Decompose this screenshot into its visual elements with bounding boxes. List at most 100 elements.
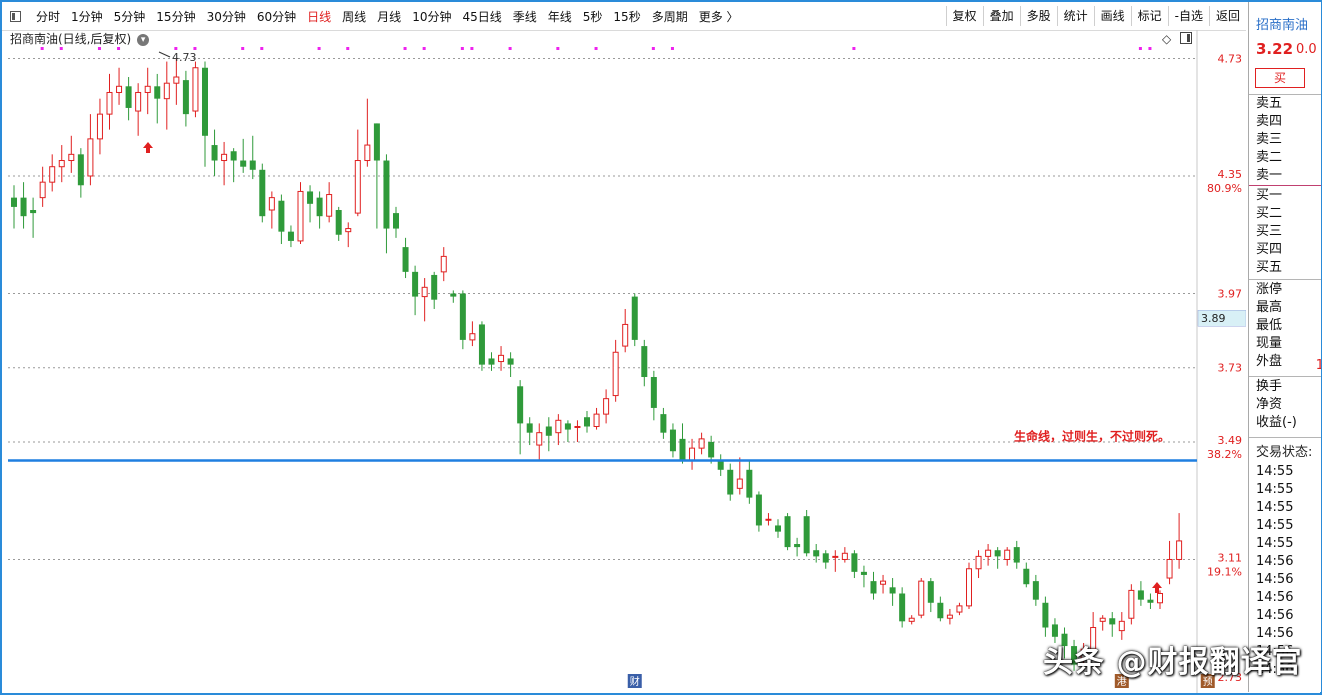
candle-body-down[interactable] [526, 423, 533, 433]
candle-body-down[interactable] [755, 494, 762, 526]
candle-body-down[interactable] [211, 145, 218, 161]
candle-body-down[interactable] [708, 441, 715, 458]
candle-body-up[interactable] [106, 91, 113, 115]
candle-body-up[interactable] [221, 153, 228, 162]
candle-body-down[interactable] [775, 525, 781, 532]
period-tab[interactable]: 30分钟 [207, 8, 246, 25]
candle-body-up[interactable] [832, 555, 839, 558]
candle-body-down[interactable] [937, 602, 944, 619]
candle-body-up[interactable] [1157, 592, 1163, 604]
candle-body-down[interactable] [431, 274, 438, 300]
candle-body-down[interactable] [316, 197, 323, 217]
candle-body-up[interactable] [1166, 558, 1173, 579]
period-tab[interactable]: 日线 [307, 8, 331, 25]
candle-body-down[interactable] [717, 460, 724, 470]
candle-body-up[interactable] [956, 605, 963, 613]
candle-body-down[interactable] [584, 417, 590, 427]
candle-body-up[interactable] [440, 255, 447, 273]
candle-body-up[interactable] [96, 113, 103, 140]
candle-body-down[interactable] [803, 516, 810, 554]
candle-body-down[interactable] [727, 469, 734, 495]
candle-body-down[interactable] [402, 247, 409, 272]
candle-body-down[interactable] [889, 587, 896, 594]
candle-body-down[interactable] [784, 516, 791, 548]
candle-body-down[interactable] [1023, 568, 1030, 585]
candle-body-down[interactable] [450, 293, 457, 297]
candle-body-up[interactable] [498, 354, 505, 363]
candle-body-down[interactable] [1032, 581, 1039, 600]
candle-body-down[interactable] [860, 571, 867, 575]
candle-body-up[interactable] [116, 85, 123, 93]
candle-body-up[interactable] [345, 228, 352, 233]
buy-button[interactable]: 买 [1255, 68, 1305, 88]
candle-body-down[interactable] [1013, 547, 1020, 563]
candle-body-down[interactable] [307, 191, 314, 204]
candle-body-up[interactable] [603, 398, 610, 415]
candle-body-down[interactable] [335, 210, 342, 235]
candle-body-up[interactable] [908, 617, 915, 622]
candle-body-up[interactable] [49, 166, 56, 183]
kline-chart-svg[interactable]: 4.734.3580.9%3.973.733.4938.2%3.1119.1%2… [2, 30, 1247, 693]
candle-body-down[interactable] [851, 553, 858, 572]
candle-body-down[interactable] [202, 67, 208, 136]
candle-body-down[interactable] [746, 469, 753, 498]
candle-body-down[interactable] [154, 86, 161, 99]
candle-body-up[interactable] [946, 614, 953, 619]
period-tab[interactable]: 周线 [342, 8, 366, 25]
period-tab[interactable]: 多周期 [652, 8, 688, 25]
candle-body-down[interactable] [870, 581, 877, 594]
candle-body-up[interactable] [612, 351, 619, 397]
candle-body-up[interactable] [1128, 589, 1135, 619]
period-tab[interactable]: 1分钟 [71, 8, 103, 25]
candle-body-up[interactable] [326, 194, 333, 217]
candle-body-down[interactable] [669, 429, 676, 452]
candle-body-down[interactable] [373, 123, 380, 161]
candle-body-up[interactable] [918, 580, 925, 616]
candle-body-down[interactable] [488, 358, 495, 365]
candle-body-up[interactable] [1004, 549, 1011, 560]
period-tab[interactable]: 分时 [36, 8, 60, 25]
candle-body-up[interactable] [1176, 540, 1183, 560]
candle-body-up[interactable] [163, 82, 170, 100]
candle-body-down[interactable] [927, 581, 934, 603]
tool-button[interactable]: -自选 [1167, 6, 1209, 26]
candle-body-up[interactable] [1099, 617, 1106, 622]
period-tab[interactable]: 15分钟 [156, 8, 195, 25]
period-tab[interactable]: 60分钟 [257, 8, 296, 25]
candle-body-up[interactable] [536, 432, 543, 446]
candle-body-down[interactable] [517, 386, 524, 424]
candle-body-down[interactable] [660, 414, 667, 433]
candle-body-down[interactable] [679, 438, 686, 461]
candle-body-down[interactable] [822, 553, 829, 563]
candle-body-up[interactable] [736, 478, 743, 489]
candle-body-up[interactable] [1118, 620, 1125, 632]
candle-body-down[interactable] [278, 200, 285, 232]
candle-body-down[interactable] [259, 169, 266, 217]
candle-body-down[interactable] [1051, 624, 1058, 637]
candle-body-up[interactable] [268, 197, 275, 211]
kline-chart[interactable]: 4.73 4.35 80.9% 3.97 3.73 3.49 38.2% 3.11 19.1% 2… [2, 30, 1247, 693]
candle-body-up[interactable] [39, 181, 46, 199]
candle-body-down[interactable] [383, 160, 390, 229]
candle-body-down[interactable] [564, 423, 571, 430]
candle-body-down[interactable] [631, 296, 638, 340]
candle-body-down[interactable] [507, 358, 514, 365]
candle-body-down[interactable] [545, 426, 552, 436]
candle-body-down[interactable] [478, 324, 485, 365]
period-tab[interactable]: 10分钟 [412, 8, 451, 25]
candle-body-down[interactable] [393, 213, 399, 229]
candle-body-up[interactable] [421, 286, 428, 298]
candle-body-up[interactable] [574, 425, 581, 428]
candle-body-down[interactable] [899, 593, 906, 622]
candle-body-up[interactable] [354, 160, 361, 214]
candle-body-up[interactable] [765, 518, 772, 521]
candle-body-down[interactable] [30, 210, 37, 214]
period-tab[interactable]: 5分钟 [114, 8, 146, 25]
period-tab[interactable]: 15秒 [613, 8, 640, 25]
tool-button[interactable]: 复权 [945, 6, 983, 26]
candle-body-up[interactable] [966, 568, 972, 607]
candle-body-up[interactable] [135, 91, 142, 112]
candle-body-up[interactable] [173, 76, 180, 84]
tool-button[interactable]: 叠加 [982, 6, 1020, 26]
candle-body-down[interactable] [994, 550, 1001, 557]
